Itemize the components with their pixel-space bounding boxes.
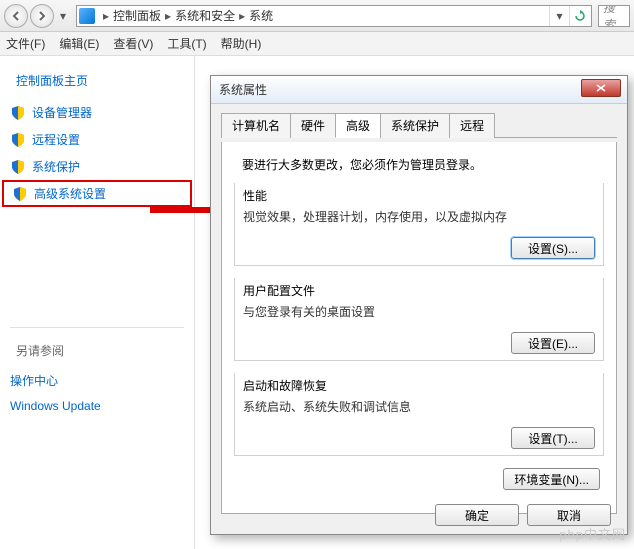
tab-computer-name[interactable]: 计算机名 [221,113,291,138]
breadcrumb[interactable]: ▸ 控制面板 ▸ 系统和安全 ▸ 系统 ▾ [76,5,592,27]
sidebar-item-advanced[interactable]: 高级系统设置 [2,180,192,207]
profile-settings-button[interactable]: 设置(E)... [511,332,595,354]
crumb-item[interactable]: 系统和安全 [175,7,235,24]
system-properties-dialog: 系统属性 计算机名 硬件 高级 系统保护 远程 要进行大多数更改，您必须作为管理… [210,75,628,535]
group-desc: 与您登录有关的桌面设置 [243,303,595,320]
dropdown-icon[interactable]: ▾ [549,6,569,26]
tab-remote[interactable]: 远程 [449,113,495,138]
sidebar-item-label: 操作中心 [10,372,58,389]
sidebar: 控制面板主页 设备管理器 远程设置 系统保护 高级系统设置 另请参阅 操作中心 … [0,56,195,549]
tab-strip: 计算机名 硬件 高级 系统保护 远程 [221,112,617,138]
sidebar-item-windows-update[interactable]: Windows Update [0,394,194,418]
tab-hardware[interactable]: 硬件 [290,113,336,138]
environment-variables-button[interactable]: 环境变量(N)... [503,468,600,490]
close-icon [596,84,606,92]
refresh-icon[interactable] [569,6,589,26]
sidebar-item-label: 高级系统设置 [34,185,106,202]
group-desc: 系统启动、系统失败和调试信息 [243,398,595,415]
tab-advanced[interactable]: 高级 [335,113,381,138]
group-performance: 性能 视觉效果，处理器计划，内存使用，以及虚拟内存 设置(S)... [234,183,604,266]
menu-bar: 文件(F) 编辑(E) 查看(V) 工具(T) 帮助(H) [0,32,634,56]
sidebar-item-protection[interactable]: 系统保护 [0,153,194,180]
shield-icon [10,159,26,175]
sidebar-item-label: 系统保护 [32,158,80,175]
shield-icon [10,105,26,121]
chevron-right-icon[interactable]: ▸ [103,9,109,23]
shield-icon [10,132,26,148]
menu-edit[interactable]: 编辑(E) [59,35,99,52]
sidebar-item-device-manager[interactable]: 设备管理器 [0,99,194,126]
group-startup-recovery: 启动和故障恢复 系统启动、系统失败和调试信息 设置(T)... [234,373,604,456]
close-button[interactable] [581,79,621,97]
crumb-item[interactable]: 控制面板 [113,7,161,24]
startup-settings-button[interactable]: 设置(T)... [511,427,595,449]
chevron-right-icon[interactable]: ▸ [165,9,171,23]
back-button[interactable] [4,4,28,28]
group-title: 性能 [243,187,595,204]
forward-button[interactable] [30,4,54,28]
menu-help[interactable]: 帮助(H) [221,35,262,52]
group-title: 用户配置文件 [243,282,595,299]
system-icon [79,8,95,24]
admin-note: 要进行大多数更改，您必须作为管理员登录。 [242,156,604,173]
search-placeholder: 搜索 [603,5,625,27]
group-title: 启动和故障恢复 [243,377,595,394]
dialog-titlebar[interactable]: 系统属性 [211,76,627,104]
dialog-footer: 确定 取消 [435,504,611,526]
sidebar-item-remote[interactable]: 远程设置 [0,126,194,153]
address-bar: ▾ ▸ 控制面板 ▸ 系统和安全 ▸ 系统 ▾ 搜索 [0,0,634,32]
history-dropdown[interactable]: ▾ [56,4,70,28]
divider [10,327,184,328]
sidebar-item-label: 远程设置 [32,131,80,148]
search-input[interactable]: 搜索 [598,5,630,27]
group-user-profiles: 用户配置文件 与您登录有关的桌面设置 设置(E)... [234,278,604,361]
dialog-title: 系统属性 [219,81,267,98]
shield-icon [12,186,28,202]
crumb-item[interactable]: 系统 [249,7,273,24]
tab-panel-advanced: 要进行大多数更改，您必须作为管理员登录。 性能 视觉效果，处理器计划，内存使用，… [221,142,617,514]
see-also-heading: 另请参阅 [0,338,194,367]
menu-file[interactable]: 文件(F) [6,35,45,52]
cancel-button[interactable]: 取消 [527,504,611,526]
menu-tools[interactable]: 工具(T) [167,35,206,52]
tab-protection[interactable]: 系统保护 [380,113,450,138]
ok-button[interactable]: 确定 [435,504,519,526]
performance-settings-button[interactable]: 设置(S)... [511,237,595,259]
chevron-right-icon[interactable]: ▸ [239,9,245,23]
sidebar-item-label: Windows Update [10,399,101,413]
sidebar-heading[interactable]: 控制面板主页 [0,68,194,99]
group-desc: 视觉效果，处理器计划，内存使用，以及虚拟内存 [243,208,595,225]
menu-view[interactable]: 查看(V) [113,35,153,52]
sidebar-item-label: 设备管理器 [32,104,92,121]
sidebar-item-action-center[interactable]: 操作中心 [0,367,194,394]
